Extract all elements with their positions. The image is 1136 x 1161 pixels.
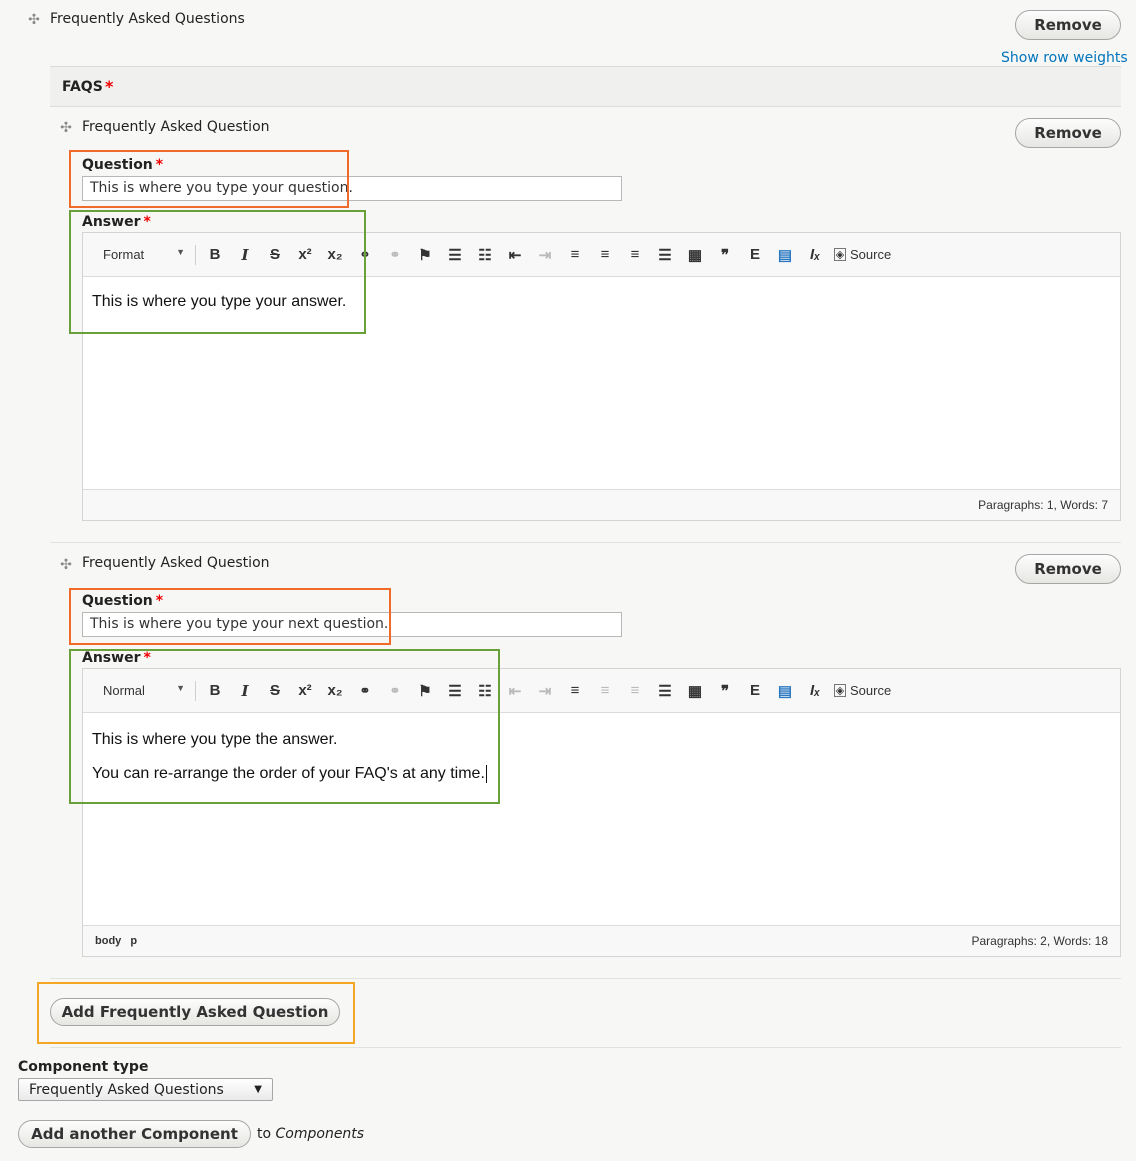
divider [50,542,1121,543]
word-count: Paragraphs: 2, Words: 18 [971,934,1108,948]
add-faq-highlight [37,982,355,1044]
faqs-label: FAQS [62,79,103,95]
justify-icon[interactable]: ☰ [650,682,680,700]
faqs-header: FAQS * [50,66,1121,107]
indent-icon[interactable]: ⇥ [530,682,560,700]
editor-status-bar: body p Paragraphs: 2, Words: 18 [83,925,1120,956]
element-path[interactable]: body p [95,935,137,947]
section-title: Frequently Asked Questions [50,11,245,27]
table-icon[interactable]: ▦ [680,246,710,264]
answer-highlight [69,210,366,334]
editor-status-bar: Paragraphs: 1, Words: 7 [83,489,1120,520]
source-icon: ◈ [834,248,846,261]
align-right-icon[interactable]: ≡ [620,682,650,699]
drag-handle-icon[interactable]: ✣ [26,12,42,28]
remove-faq-button[interactable]: Remove [1015,554,1121,584]
component-type-value: Frequently Asked Questions [29,1081,224,1098]
question-highlight [69,588,391,645]
source-icon: ◈ [834,684,846,697]
component-type-select[interactable]: Frequently Asked Questions ▼ [18,1078,273,1101]
bulleted-list-icon[interactable]: ☰ [440,246,470,264]
remove-format-icon[interactable]: Iₓ [800,246,830,263]
divider [50,978,1121,979]
question-highlight [69,150,349,208]
required-marker: * [105,77,114,96]
remove-format-icon[interactable]: Iₓ [800,682,830,699]
caret-down-icon: ▼ [254,1084,262,1095]
embed-icon[interactable]: E [740,246,770,263]
source-button[interactable]: ◈ Source [834,683,891,698]
unlink-icon[interactable]: ⚭ [380,247,410,263]
faq-item-title: Frequently Asked Question [82,119,270,135]
align-left-icon[interactable]: ≡ [560,246,590,263]
align-right-icon[interactable]: ≡ [620,246,650,263]
table-icon[interactable]: ▦ [680,682,710,700]
indent-icon[interactable]: ⇥ [530,246,560,264]
outdent-icon[interactable]: ⇤ [500,246,530,264]
blockquote-icon[interactable]: ❞ [710,246,740,264]
answer-highlight [69,649,500,804]
align-center-icon[interactable]: ≡ [590,682,620,699]
add-component-button[interactable]: Add another Component [18,1120,251,1148]
source-button[interactable]: ◈ Source [834,247,891,262]
media-library-icon[interactable]: ▤ [770,682,800,700]
numbered-list-icon[interactable]: ☷ [470,246,500,264]
anchor-flag-icon[interactable]: ⚑ [410,246,440,264]
align-center-icon[interactable]: ≡ [590,246,620,263]
faq-item-title: Frequently Asked Question [82,555,270,571]
outdent-icon[interactable]: ⇤ [500,682,530,700]
remove-section-button[interactable]: Remove [1015,10,1121,40]
align-left-icon[interactable]: ≡ [560,682,590,699]
justify-icon[interactable]: ☰ [650,246,680,264]
drag-handle-icon[interactable]: ✣ [58,120,74,136]
embed-icon[interactable]: E [740,682,770,699]
word-count: Paragraphs: 1, Words: 7 [978,498,1108,512]
media-library-icon[interactable]: ▤ [770,246,800,264]
show-row-weights-link[interactable]: Show row weights [1001,50,1128,66]
drag-handle-icon[interactable]: ✣ [58,557,74,573]
blockquote-icon[interactable]: ❞ [710,682,740,700]
divider [50,1047,1121,1048]
add-component-target: to Components [257,1126,365,1142]
component-type-label: Component type [18,1059,149,1075]
remove-faq-button[interactable]: Remove [1015,118,1121,148]
